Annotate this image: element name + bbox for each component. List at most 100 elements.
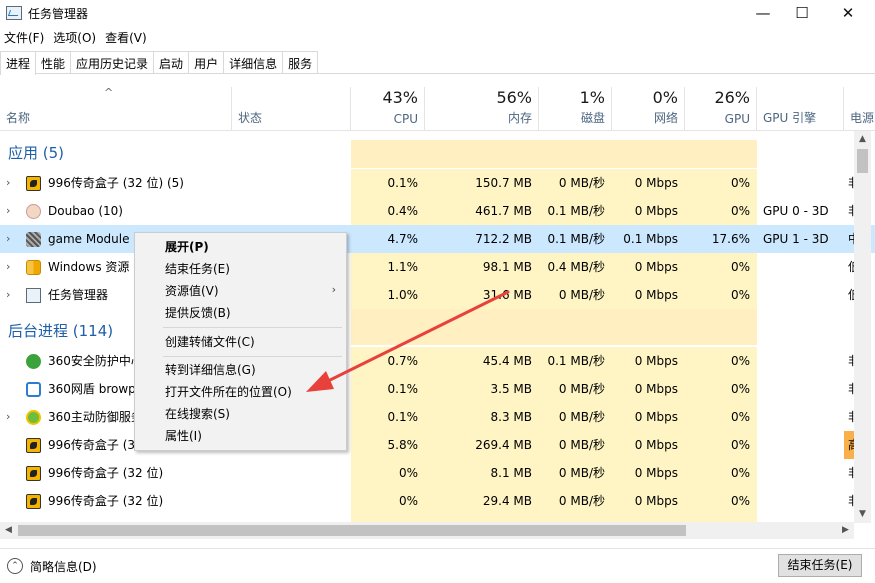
gpu-cell: 0%: [685, 197, 757, 225]
doubao-icon: [26, 204, 41, 219]
tab-app-history[interactable]: 应用历史记录: [70, 51, 155, 73]
ctx-open-file-location[interactable]: 打开文件所在的位置(O): [165, 382, 292, 402]
process-name: 996传奇盒子 (32 位) (5): [48, 176, 184, 190]
menu-separator: [163, 327, 342, 328]
table-row-partial[interactable]: [0, 515, 875, 522]
disk-cell: 0.1 MB/秒: [539, 197, 612, 225]
tab-details[interactable]: 详细信息: [223, 51, 284, 73]
process-name: Windows 资源: [48, 260, 130, 274]
chevron-right-icon[interactable]: ›: [6, 281, 10, 309]
disk-cell: 0.4 MB/秒: [539, 253, 612, 281]
column-status[interactable]: 状态: [232, 87, 351, 131]
process-name: 360网盾 browp: [48, 382, 136, 396]
tab-bar: 进程 性能 应用历史记录 启动 用户 详细信息 服务: [0, 51, 875, 75]
gpu-cell: 17.6%: [685, 225, 757, 253]
end-task-button[interactable]: 结束任务(E): [778, 554, 862, 577]
column-name[interactable]: ^ 名称: [0, 86, 232, 131]
cpu-cell: 0.1%: [351, 403, 425, 431]
menu-view[interactable]: 查看(V): [101, 27, 152, 47]
menu-file[interactable]: 文件(F): [0, 27, 49, 47]
network-cell: 0 Mbps: [612, 375, 685, 403]
scroll-right-icon[interactable]: ▶: [837, 522, 854, 539]
tab-users[interactable]: 用户: [188, 51, 225, 73]
table-row-selected[interactable]: › game Module 4.7% 712.2 MB 0.1 MB/秒 0.1…: [0, 225, 875, 253]
ctx-search-online[interactable]: 在线搜索(S): [165, 404, 230, 424]
menu-bar: 文件(F) 选项(O) 查看(V): [0, 27, 152, 47]
ctx-properties[interactable]: 属性(I): [165, 426, 202, 446]
group-label-apps: 应用 (5): [8, 144, 65, 162]
cpu-total-pct: 43%: [382, 88, 418, 107]
ctx-end-task[interactable]: 结束任务(E): [165, 259, 230, 279]
column-disk[interactable]: 1% 磁盘: [539, 87, 612, 131]
column-memory[interactable]: 56% 内存: [425, 87, 539, 131]
process-name: 360安全防护中心: [48, 354, 143, 368]
chevron-right-icon[interactable]: ›: [6, 197, 10, 225]
tab-services[interactable]: 服务: [282, 51, 319, 73]
gpu-cell: 0%: [685, 347, 757, 375]
vertical-scrollbar[interactable]: ▲ ▼: [854, 131, 871, 523]
maximize-button[interactable]: ☐: [779, 0, 825, 26]
column-cpu[interactable]: 43% CPU: [351, 87, 425, 131]
disk-cell: 0 MB/秒: [539, 403, 612, 431]
ctx-expand[interactable]: 展开(P): [165, 237, 209, 257]
996-box-icon: [26, 176, 41, 191]
scroll-left-icon[interactable]: ◀: [0, 522, 17, 539]
table-row[interactable]: 996传奇盒子 (32 位) 0% 8.1 MB 0 MB/秒 0 Mbps 0…: [0, 459, 875, 487]
process-name: 996传奇盒子 (32 位): [48, 466, 164, 480]
column-gpu-engine[interactable]: GPU 引擎: [757, 87, 844, 131]
table-row[interactable]: › Doubao (10) 0.4% 461.7 MB 0.1 MB/秒 0 M…: [0, 197, 875, 225]
close-button[interactable]: ✕: [825, 0, 871, 26]
memory-cell: 98.1 MB: [425, 253, 539, 281]
column-network[interactable]: 0% 网络: [612, 87, 685, 131]
window-title: 任务管理器: [28, 6, 89, 21]
horizontal-scrollbar[interactable]: ◀ ▶: [0, 522, 854, 539]
table-row[interactable]: 996传奇盒子 (32 5.8% 269.4 MB 0 MB/秒 0 Mbps …: [0, 431, 875, 459]
menu-options[interactable]: 选项(O): [49, 27, 101, 47]
chevron-right-icon[interactable]: ›: [6, 253, 10, 281]
column-gpu[interactable]: 26% GPU: [685, 87, 757, 131]
group-header-background: 后台进程 (114): [0, 309, 875, 345]
chevron-right-icon[interactable]: ›: [6, 225, 10, 253]
process-name: 996传奇盒子 (32: [48, 438, 143, 452]
cpu-cell: 0%: [351, 459, 425, 487]
column-power[interactable]: 电源: [844, 87, 875, 131]
memory-cell: 461.7 MB: [425, 197, 539, 225]
network-cell: 0 Mbps: [612, 281, 685, 309]
table-row[interactable]: 360安全防护中心 0.7% 45.4 MB 0.1 MB/秒 0 Mbps 0…: [0, 347, 875, 375]
network-cell: 0 Mbps: [612, 253, 685, 281]
cpu-cell: 0.1%: [351, 169, 425, 197]
table-row[interactable]: › 360主动防御服务 0.1% 8.3 MB 0 MB/秒 0 Mbps 0%…: [0, 403, 875, 431]
process-name: game Module: [48, 232, 130, 246]
table-row[interactable]: › 任务管理器 1.0% 31.6 MB 0 MB/秒 0 Mbps 0% 低: [0, 281, 875, 309]
network-cell: 0 Mbps: [612, 403, 685, 431]
tab-processes[interactable]: 进程: [0, 51, 37, 75]
windows-explorer-icon: [26, 260, 41, 275]
cpu-cell: 0.7%: [351, 347, 425, 375]
ctx-go-to-details[interactable]: 转到详细信息(G): [165, 360, 256, 380]
table-row[interactable]: › 996传奇盒子 (32 位) (5) 0.1% 150.7 MB 0 MB/…: [0, 169, 875, 197]
chevron-up-circle-icon[interactable]: ⌃: [7, 558, 23, 574]
tab-startup[interactable]: 启动: [153, 51, 190, 73]
tab-performance[interactable]: 性能: [35, 51, 72, 73]
gpu-engine-cell: GPU 1 - 3D: [763, 232, 829, 246]
ctx-provide-feedback[interactable]: 提供反馈(B): [165, 303, 231, 323]
horizontal-scroll-thumb[interactable]: [18, 525, 686, 536]
gpu-cell: 0%: [685, 281, 757, 309]
scroll-up-icon[interactable]: ▲: [854, 131, 871, 148]
table-row[interactable]: › Windows 资源 1.1% 98.1 MB 0.4 MB/秒 0 Mbp…: [0, 253, 875, 281]
cpu-cell: 1.1%: [351, 253, 425, 281]
table-row[interactable]: 360网盾 browp 0.1% 3.5 MB 0 MB/秒 0 Mbps 0%…: [0, 375, 875, 403]
context-menu: 展开(P) 结束任务(E) 资源值(V) › 提供反馈(B) 创建转储文件(C)…: [134, 232, 347, 451]
process-name: 996传奇盒子 (32 位): [48, 494, 164, 508]
chevron-right-icon[interactable]: ›: [6, 169, 10, 197]
chevron-right-icon[interactable]: ›: [6, 403, 10, 431]
disk-cell: 0 MB/秒: [539, 431, 612, 459]
ctx-resource-values[interactable]: 资源值(V): [165, 281, 219, 301]
vertical-scroll-thumb[interactable]: [857, 149, 868, 173]
scroll-down-icon[interactable]: ▼: [854, 506, 871, 523]
table-row[interactable]: 996传奇盒子 (32 位) 0% 29.4 MB 0 MB/秒 0 Mbps …: [0, 487, 875, 515]
fewer-details-link[interactable]: 简略信息(D): [30, 558, 97, 575]
gpu-total-pct: 26%: [714, 88, 750, 107]
memory-cell: 31.6 MB: [425, 281, 539, 309]
ctx-create-dump[interactable]: 创建转储文件(C): [165, 332, 255, 352]
